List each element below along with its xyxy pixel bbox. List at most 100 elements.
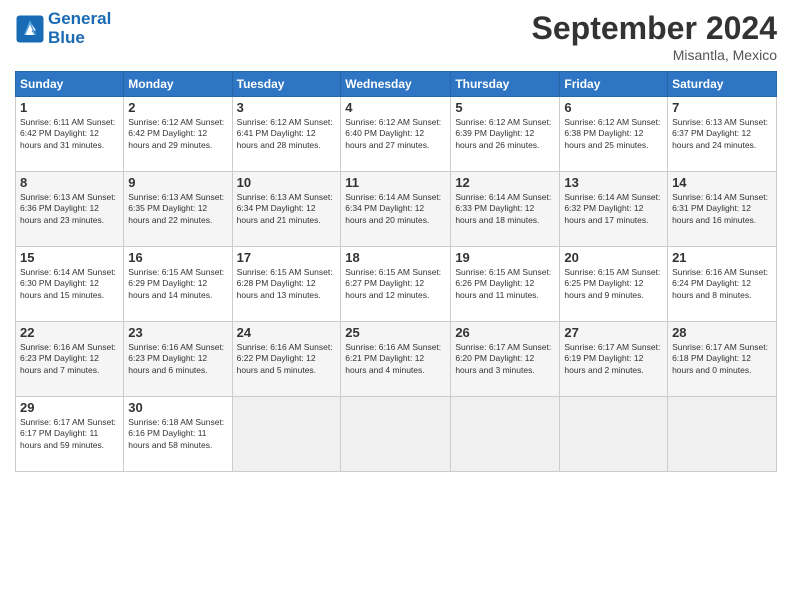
day-header-monday: Monday <box>124 72 232 97</box>
day-detail: Sunrise: 6:12 AM Sunset: 6:41 PM Dayligh… <box>237 117 337 151</box>
day-detail: Sunrise: 6:17 AM Sunset: 6:19 PM Dayligh… <box>564 342 663 376</box>
day-number: 7 <box>672 100 772 115</box>
day-detail: Sunrise: 6:15 AM Sunset: 6:26 PM Dayligh… <box>455 267 555 301</box>
location: Misantla, Mexico <box>532 47 777 63</box>
day-detail: Sunrise: 6:16 AM Sunset: 6:22 PM Dayligh… <box>237 342 337 376</box>
day-detail: Sunrise: 6:12 AM Sunset: 6:39 PM Dayligh… <box>455 117 555 151</box>
day-header-wednesday: Wednesday <box>341 72 451 97</box>
day-header-tuesday: Tuesday <box>232 72 341 97</box>
calendar-day: 5 Sunrise: 6:12 AM Sunset: 6:39 PM Daylig… <box>451 97 560 172</box>
title-area: September 2024 Misantla, Mexico <box>532 10 777 63</box>
calendar-day: 3 Sunrise: 6:12 AM Sunset: 6:41 PM Daylig… <box>232 97 341 172</box>
calendar-day: 22 Sunrise: 6:16 AM Sunset: 6:23 PM Dayli… <box>16 322 124 397</box>
day-header-friday: Friday <box>560 72 668 97</box>
calendar-day: 4Sunrise: 6:12 AM Sunset: 6:40 PM Daylig… <box>341 97 451 172</box>
day-number: 26 <box>455 325 555 340</box>
calendar-week-3: 15Sunrise: 6:14 AM Sunset: 6:30 PM Dayli… <box>16 247 777 322</box>
calendar-day <box>232 397 341 472</box>
calendar-day <box>560 397 668 472</box>
day-number: 15 <box>20 250 119 265</box>
calendar-day: 6 Sunrise: 6:12 AM Sunset: 6:38 PM Daylig… <box>560 97 668 172</box>
day-number: 25 <box>345 325 446 340</box>
day-detail: Sunrise: 6:15 AM Sunset: 6:25 PM Dayligh… <box>564 267 663 301</box>
calendar-day: 26 Sunrise: 6:17 AM Sunset: 6:20 PM Dayli… <box>451 322 560 397</box>
day-number: 1 <box>20 100 119 115</box>
day-detail: Sunrise: 6:16 AM Sunset: 6:23 PM Dayligh… <box>128 342 227 376</box>
calendar-week-4: 22 Sunrise: 6:16 AM Sunset: 6:23 PM Dayli… <box>16 322 777 397</box>
calendar-day: 16Sunrise: 6:15 AM Sunset: 6:29 PM Dayli… <box>124 247 232 322</box>
day-number: 12 <box>455 175 555 190</box>
calendar-day: 25 Sunrise: 6:16 AM Sunset: 6:21 PM Dayli… <box>341 322 451 397</box>
day-number: 14 <box>672 175 772 190</box>
calendar-day <box>668 397 777 472</box>
day-detail: Sunrise: 6:17 AM Sunset: 6:20 PM Dayligh… <box>455 342 555 376</box>
day-detail: Sunrise: 6:15 AM Sunset: 6:28 PM Dayligh… <box>237 267 337 301</box>
day-header-saturday: Saturday <box>668 72 777 97</box>
day-number: 27 <box>564 325 663 340</box>
calendar-day: 13 Sunrise: 6:14 AM Sunset: 6:32 PM Dayli… <box>560 172 668 247</box>
calendar-day: 11 Sunrise: 6:14 AM Sunset: 6:34 PM Dayli… <box>341 172 451 247</box>
calendar-day: 21 Sunrise: 6:16 AM Sunset: 6:24 PM Dayli… <box>668 247 777 322</box>
day-detail: Sunrise: 6:12 AM Sunset: 6:38 PM Dayligh… <box>564 117 663 151</box>
calendar-day: 30Sunrise: 6:18 AM Sunset: 6:16 PM Dayli… <box>124 397 232 472</box>
day-number: 10 <box>237 175 337 190</box>
calendar-day: 10 Sunrise: 6:13 AM Sunset: 6:34 PM Dayli… <box>232 172 341 247</box>
day-detail: Sunrise: 6:16 AM Sunset: 6:24 PM Dayligh… <box>672 267 772 301</box>
day-detail: Sunrise: 6:14 AM Sunset: 6:33 PM Dayligh… <box>455 192 555 226</box>
calendar-day: 18Sunrise: 6:15 AM Sunset: 6:27 PM Dayli… <box>341 247 451 322</box>
calendar-body: 1 Sunrise: 6:11 AM Sunset: 6:42 PM Daylig… <box>16 97 777 472</box>
day-detail: Sunrise: 6:14 AM Sunset: 6:32 PM Dayligh… <box>564 192 663 226</box>
day-number: 29 <box>20 400 119 415</box>
day-detail: Sunrise: 6:16 AM Sunset: 6:23 PM Dayligh… <box>20 342 119 376</box>
day-number: 11 <box>345 175 446 190</box>
day-header-sunday: Sunday <box>16 72 124 97</box>
calendar-header: General Blue September 2024 Misantla, Me… <box>15 10 777 63</box>
logo: General Blue <box>15 10 111 47</box>
day-detail: Sunrise: 6:16 AM Sunset: 6:21 PM Dayligh… <box>345 342 446 376</box>
calendar-day: 28 Sunrise: 6:17 AM Sunset: 6:18 PM Dayli… <box>668 322 777 397</box>
day-number: 4 <box>345 100 446 115</box>
day-number: 19 <box>455 250 555 265</box>
day-number: 8 <box>20 175 119 190</box>
calendar-week-5: 29Sunrise: 6:17 AM Sunset: 6:17 PM Dayli… <box>16 397 777 472</box>
day-detail: Sunrise: 6:13 AM Sunset: 6:36 PM Dayligh… <box>20 192 119 226</box>
day-number: 6 <box>564 100 663 115</box>
day-detail: Sunrise: 6:13 AM Sunset: 6:35 PM Dayligh… <box>128 192 227 226</box>
day-number: 22 <box>20 325 119 340</box>
day-number: 24 <box>237 325 337 340</box>
calendar-day: 17 Sunrise: 6:15 AM Sunset: 6:28 PM Dayli… <box>232 247 341 322</box>
calendar-day: 9 Sunrise: 6:13 AM Sunset: 6:35 PM Daylig… <box>124 172 232 247</box>
calendar-day: 1 Sunrise: 6:11 AM Sunset: 6:42 PM Daylig… <box>16 97 124 172</box>
day-detail: Sunrise: 6:14 AM Sunset: 6:34 PM Dayligh… <box>345 192 446 226</box>
calendar-day: 20 Sunrise: 6:15 AM Sunset: 6:25 PM Dayli… <box>560 247 668 322</box>
day-detail: Sunrise: 6:11 AM Sunset: 6:42 PM Dayligh… <box>20 117 119 151</box>
calendar-day: 2 Sunrise: 6:12 AM Sunset: 6:42 PM Daylig… <box>124 97 232 172</box>
month-title: September 2024 <box>532 10 777 47</box>
day-number: 5 <box>455 100 555 115</box>
day-number: 17 <box>237 250 337 265</box>
calendar-day: 15Sunrise: 6:14 AM Sunset: 6:30 PM Dayli… <box>16 247 124 322</box>
logo-icon <box>15 14 45 44</box>
calendar-day: 24 Sunrise: 6:16 AM Sunset: 6:22 PM Dayli… <box>232 322 341 397</box>
calendar-day: 12 Sunrise: 6:14 AM Sunset: 6:33 PM Dayli… <box>451 172 560 247</box>
calendar-week-1: 1 Sunrise: 6:11 AM Sunset: 6:42 PM Daylig… <box>16 97 777 172</box>
day-number: 13 <box>564 175 663 190</box>
day-detail: Sunrise: 6:14 AM Sunset: 6:31 PM Dayligh… <box>672 192 772 226</box>
day-detail: Sunrise: 6:12 AM Sunset: 6:42 PM Dayligh… <box>128 117 227 151</box>
day-number: 3 <box>237 100 337 115</box>
calendar-day: 19 Sunrise: 6:15 AM Sunset: 6:26 PM Dayli… <box>451 247 560 322</box>
day-number: 9 <box>128 175 227 190</box>
calendar-day: 23Sunrise: 6:16 AM Sunset: 6:23 PM Dayli… <box>124 322 232 397</box>
logo-text: General Blue <box>48 10 111 47</box>
day-number: 28 <box>672 325 772 340</box>
calendar-table: SundayMondayTuesdayWednesdayThursdayFrid… <box>15 71 777 472</box>
day-number: 20 <box>564 250 663 265</box>
day-detail: Sunrise: 6:15 AM Sunset: 6:29 PM Dayligh… <box>128 267 227 301</box>
calendar-header-row: SundayMondayTuesdayWednesdayThursdayFrid… <box>16 72 777 97</box>
calendar-week-2: 8 Sunrise: 6:13 AM Sunset: 6:36 PM Daylig… <box>16 172 777 247</box>
day-detail: Sunrise: 6:13 AM Sunset: 6:34 PM Dayligh… <box>237 192 337 226</box>
day-detail: Sunrise: 6:17 AM Sunset: 6:18 PM Dayligh… <box>672 342 772 376</box>
day-number: 21 <box>672 250 772 265</box>
day-detail: Sunrise: 6:18 AM Sunset: 6:16 PM Dayligh… <box>128 417 227 451</box>
day-number: 2 <box>128 100 227 115</box>
